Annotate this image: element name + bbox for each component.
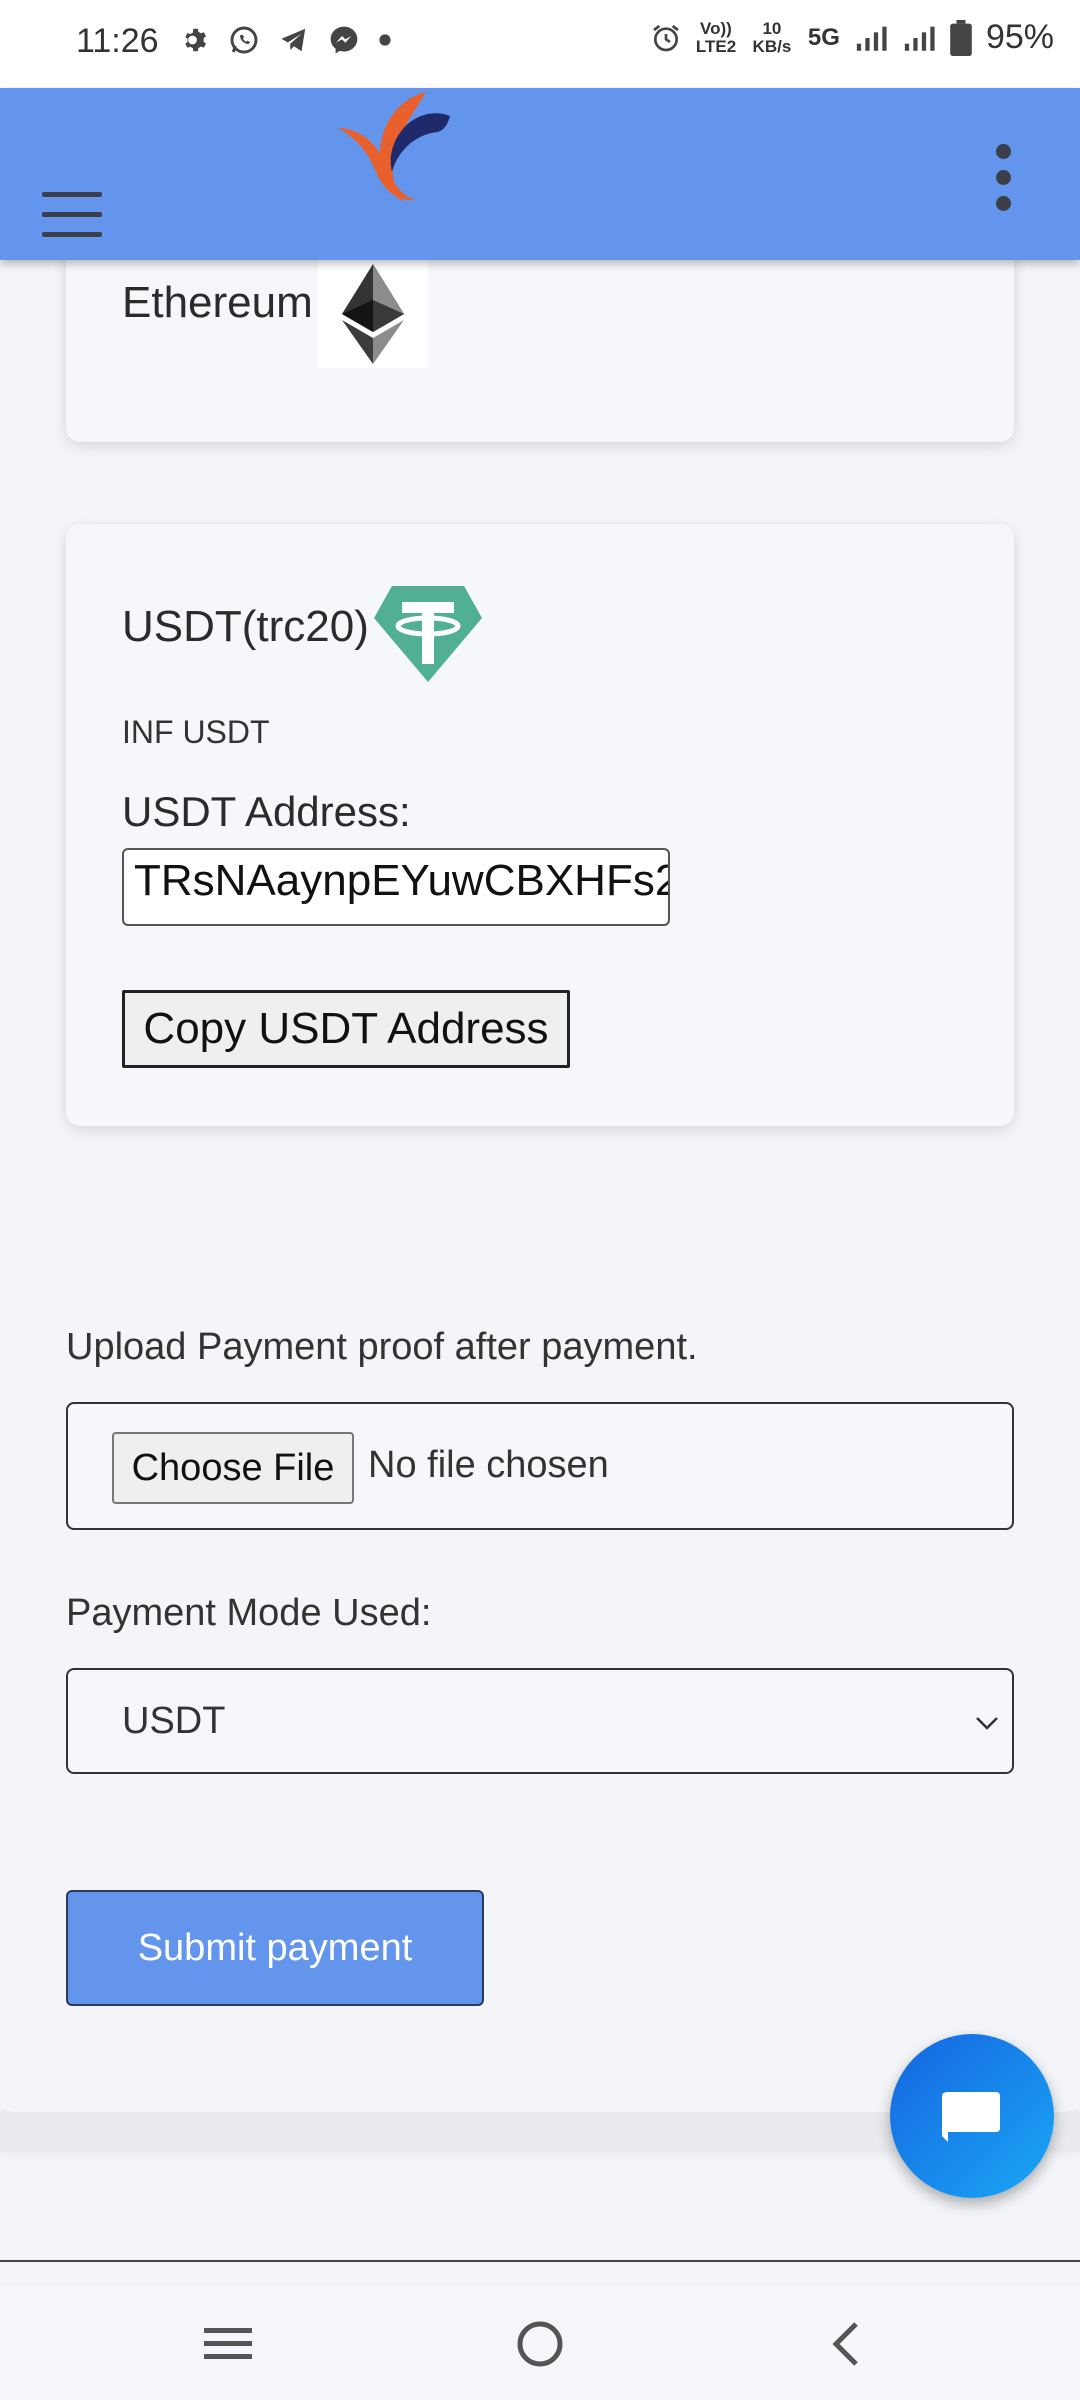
brand-logo[interactable] bbox=[330, 88, 454, 213]
status-time: 11:26 bbox=[76, 22, 159, 60]
payment-mode-select[interactable]: USDT bbox=[66, 1668, 1014, 1774]
alarm-icon bbox=[653, 24, 679, 51]
battery-icon bbox=[950, 19, 972, 56]
telegram-icon bbox=[281, 28, 306, 52]
system-nav-bar bbox=[0, 2286, 1080, 2400]
app-header bbox=[0, 88, 1080, 260]
submit-payment-button[interactable]: Submit payment bbox=[66, 1890, 484, 2006]
status-bar: 11:26 Vo)) LTE2 10 KB/s 5G 95% bbox=[0, 0, 1080, 88]
usdt-address-label: USDT Address: bbox=[122, 788, 411, 835]
usdt-card: USDT(trc20) INF USDT USDT Address: TRsNA… bbox=[66, 524, 1014, 1126]
signal-icon bbox=[856, 26, 887, 51]
ethereum-title: Ethereum bbox=[122, 278, 313, 327]
whatsapp-icon bbox=[230, 26, 258, 54]
file-upload-field[interactable]: Choose File No file chosen bbox=[66, 1402, 1014, 1530]
payment-mode-label: Payment Mode Used: bbox=[66, 1592, 432, 1634]
choose-file-button[interactable]: Choose File bbox=[112, 1432, 354, 1504]
tether-icon bbox=[372, 584, 484, 689]
file-status-text: No file chosen bbox=[368, 1444, 609, 1486]
battery-percent: 95% bbox=[985, 18, 1054, 56]
usdt-title: USDT(trc20) bbox=[122, 602, 369, 651]
copy-usdt-address-button[interactable]: Copy USDT Address bbox=[122, 990, 570, 1068]
signal-icon-2 bbox=[904, 26, 935, 51]
chat-button[interactable] bbox=[890, 2034, 1054, 2198]
payment-mode-value: USDT bbox=[122, 1700, 226, 1742]
ethereum-icon bbox=[318, 260, 428, 368]
notification-icons bbox=[180, 24, 392, 56]
gear-icon bbox=[185, 28, 206, 52]
kebab-icon[interactable] bbox=[996, 144, 1018, 222]
dot-icon bbox=[379, 34, 391, 46]
divider bbox=[0, 2260, 1080, 2262]
upload-proof-label: Upload Payment proof after payment. bbox=[66, 1326, 698, 1368]
chat-bubble-icon bbox=[942, 2092, 1000, 2142]
network-type: 5G bbox=[807, 23, 840, 51]
network-speed: 10 KB/s bbox=[752, 18, 792, 56]
hamburger-icon[interactable] bbox=[42, 192, 102, 242]
system-icons: Vo)) LTE2 10 KB/s 5G 95% bbox=[650, 18, 1054, 57]
home-icon[interactable] bbox=[512, 2316, 568, 2377]
usdt-network-note: INF USDT bbox=[122, 714, 270, 750]
usdt-address-field[interactable]: TRsNAaynpEYuwCBXHFs2 bbox=[122, 848, 670, 926]
messenger-icon bbox=[330, 26, 358, 54]
recent-apps-icon[interactable] bbox=[200, 2316, 256, 2377]
volte-indicator: Vo)) LTE2 bbox=[695, 18, 737, 56]
back-icon[interactable] bbox=[820, 2316, 876, 2377]
chevron-down-icon bbox=[976, 1717, 998, 1730]
